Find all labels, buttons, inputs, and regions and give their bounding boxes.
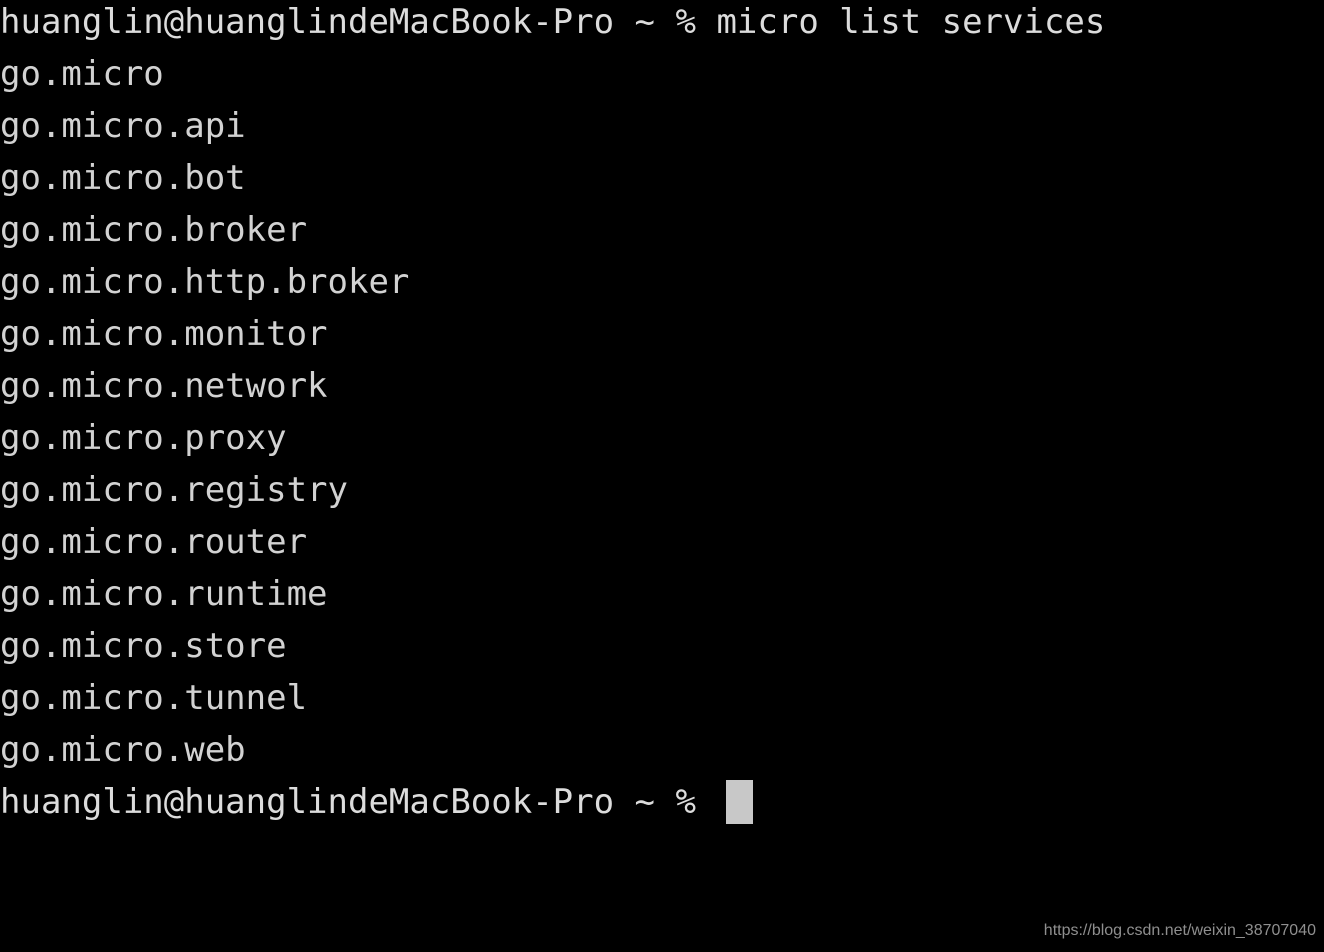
service-list-item: go.micro.web	[0, 730, 246, 770]
block-cursor-icon	[726, 780, 754, 824]
command-output-list: go.micro go.micro.api go.micro.bot go.micro…	[0, 48, 1324, 776]
terminal-window[interactable]: huanglin@huanglindeMacBook-Pro ~ % micro…	[0, 0, 1324, 952]
terminal-screen-buffer[interactable]: huanglin@huanglindeMacBook-Pro ~ % micro…	[0, 0, 1324, 828]
service-list-item: go.micro.monitor	[0, 314, 328, 354]
command-prompt-line: huanglin@huanglindeMacBook-Pro ~ % micro…	[0, 2, 1106, 42]
service-list-item: go.micro.proxy	[0, 418, 287, 458]
service-list-item: go.micro.api	[0, 106, 246, 146]
service-list-item: go.micro.network	[0, 366, 328, 406]
watermark-url: https://blog.csdn.net/weixin_38707040	[1043, 922, 1316, 939]
service-list-item: go.micro.store	[0, 626, 287, 666]
service-list-item: go.micro	[0, 54, 164, 94]
service-list-item: go.micro.http.broker	[0, 262, 410, 302]
prompt-text: huanglin@huanglindeMacBook-Pro ~ %	[0, 782, 717, 822]
service-list-item: go.micro.broker	[0, 210, 308, 250]
service-list-item: go.micro.tunnel	[0, 678, 308, 718]
service-list-item: go.micro.registry	[0, 470, 348, 510]
service-list-item: go.micro.router	[0, 522, 308, 562]
service-list-item: go.micro.bot	[0, 158, 246, 198]
active-prompt-line[interactable]: huanglin@huanglindeMacBook-Pro ~ %	[0, 776, 1324, 828]
service-list-item: go.micro.runtime	[0, 574, 328, 614]
